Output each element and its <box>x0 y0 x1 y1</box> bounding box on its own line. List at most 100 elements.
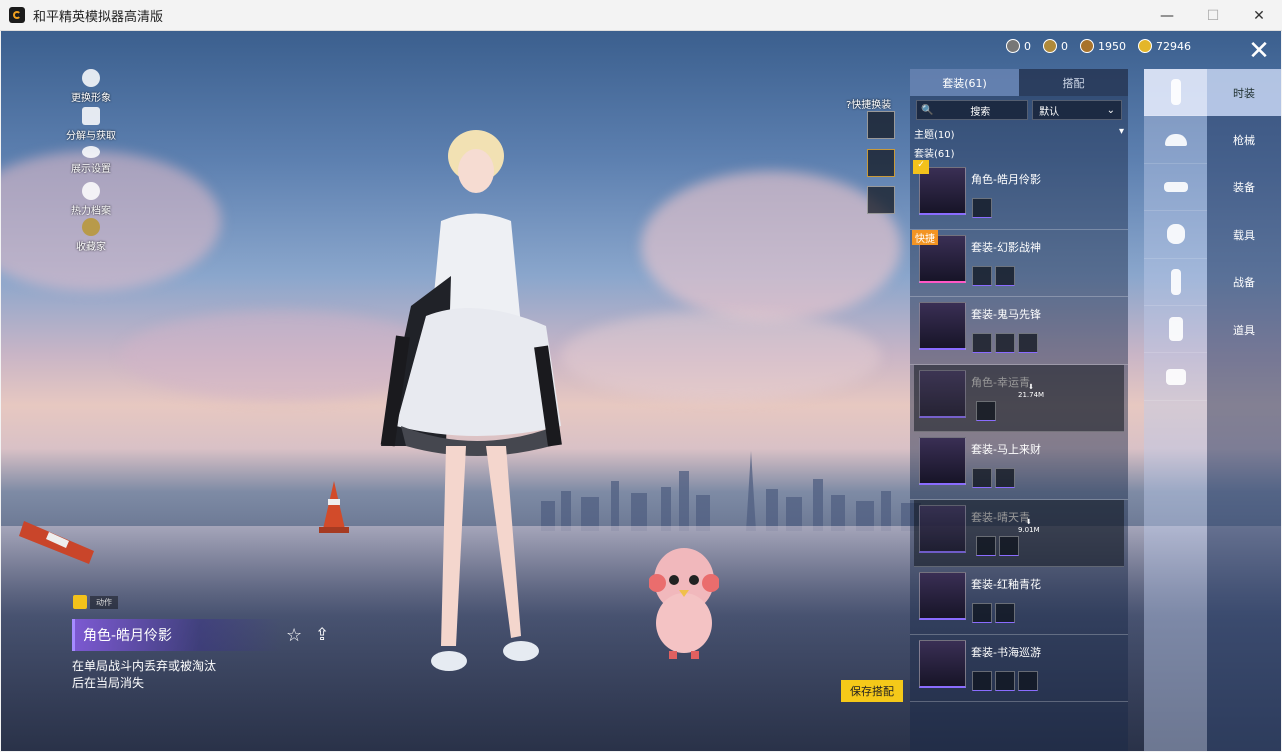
sub-item[interactable] <box>972 265 992 286</box>
outfit-thumbnail <box>919 437 966 485</box>
category-props[interactable]: 道具 <box>1207 306 1281 353</box>
selected-item-title: 角色-皓月伶影 <box>72 619 282 651</box>
minimize-button[interactable]: — <box>1144 0 1190 31</box>
game-viewport: 更换形象 分解与获取 展示设置 热力档案 收藏家 0 0 1950 72946 … <box>1 31 1281 751</box>
avatar-icon <box>82 69 100 87</box>
tab-outfit[interactable]: 套装(61) <box>910 69 1019 96</box>
currency-item: 0 <box>1043 39 1068 53</box>
quick-slot-2[interactable] <box>867 149 895 177</box>
sort-select[interactable]: 默认 ⌄ <box>1032 100 1122 120</box>
theme-section[interactable]: 主题(10) ▾ <box>910 124 1128 143</box>
puzzle-icon <box>82 107 100 125</box>
menu-collector[interactable]: 收藏家 <box>61 218 121 253</box>
sub-item[interactable] <box>972 333 992 353</box>
currency-item: 72946 <box>1138 39 1191 53</box>
search-row: 🔍 搜索 默认 ⌄ <box>910 96 1128 124</box>
app-window: 和平精英模拟器高清版 — ☐ ✕ 更换形象 分解与获取 展示设置 热力档案 收藏… <box>0 0 1282 752</box>
close-icon[interactable]: ✕ <box>1245 37 1273 65</box>
menu-decompose[interactable]: 分解与获取 <box>61 107 121 142</box>
category-shoes[interactable] <box>1144 353 1207 401</box>
sub-item[interactable] <box>995 333 1015 353</box>
mask-icon <box>1166 224 1185 245</box>
theme-section-label: 主题(10) <box>914 130 955 141</box>
sub-item[interactable] <box>999 535 1019 556</box>
maximize-button[interactable]: ☐ <box>1190 0 1236 31</box>
search-input[interactable]: 🔍 搜索 <box>916 100 1029 120</box>
character-model <box>380 130 562 671</box>
list-item[interactable]: 套装-书海巡游 <box>910 635 1128 702</box>
sub-item[interactable] <box>995 265 1015 286</box>
sub-item[interactable] <box>972 198 992 218</box>
sub-item[interactable] <box>995 468 1015 488</box>
quick-swap-label: ?快捷换装 <box>846 100 892 111</box>
action-tag[interactable]: 动作 <box>73 595 118 609</box>
category-mask[interactable] <box>1144 211 1207 259</box>
close-window-button[interactable]: ✕ <box>1236 0 1282 31</box>
list-item[interactable]: 套装-晴天青 ⬇ 9.01M <box>914 499 1124 567</box>
badge-icon <box>82 218 100 236</box>
download-badge[interactable]: ⬇ 21.74M <box>1018 383 1044 399</box>
category-combat-gear[interactable]: 战备 <box>1207 259 1281 306</box>
category-outfit[interactable] <box>1144 259 1207 306</box>
sub-item[interactable] <box>1018 333 1038 353</box>
sub-item[interactable] <box>972 670 992 691</box>
sub-items <box>976 535 1019 556</box>
selected-item-description: 在单局战斗内丢弃或被淘汰后在当局消失 <box>72 659 217 690</box>
sort-value: 默认 <box>1039 106 1060 118</box>
sub-item[interactable] <box>995 603 1015 623</box>
item-name: 套装-书海巡游 <box>971 645 1041 659</box>
sub-item[interactable] <box>972 468 992 488</box>
outfit-thumbnail <box>919 369 966 418</box>
category-pants[interactable] <box>1144 306 1207 354</box>
download-badge[interactable]: ⬇ 9.01M <box>1018 518 1040 534</box>
outfit-thumbnail <box>919 167 966 215</box>
menu-change-avatar[interactable]: 更换形象 <box>61 69 121 104</box>
coin-bronze-icon <box>1080 39 1094 53</box>
search-icon: 🔍 <box>921 104 934 116</box>
list-item[interactable]: 套装-鬼马先锋 <box>910 297 1128 365</box>
menu-display-settings[interactable]: 展示设置 <box>61 146 121 175</box>
category-weapons[interactable]: 枪械 <box>1207 116 1281 163</box>
item-name: 套装-幻影战神 <box>971 240 1041 254</box>
coin-yellow-icon <box>1138 39 1152 53</box>
list-item[interactable]: 套装-马上来财 <box>910 432 1128 500</box>
cap-icon <box>1164 133 1187 146</box>
category-equipment[interactable]: 装备 <box>1207 164 1281 211</box>
quick-slot-3[interactable] <box>867 186 895 214</box>
currency-item: 0 <box>1006 39 1031 53</box>
currency-item: 1950 <box>1080 39 1126 53</box>
app-icon <box>9 7 25 23</box>
category-cap[interactable] <box>1144 116 1207 164</box>
category-character[interactable] <box>1144 69 1207 117</box>
save-outfit-button[interactable]: 保存搭配 <box>841 680 903 702</box>
coin-silver-icon <box>1006 39 1020 53</box>
list-item[interactable]: ✓ 角色-皓月伶影 <box>910 160 1128 230</box>
sub-items <box>972 265 1015 286</box>
category-fashion[interactable]: 时装 <box>1207 69 1281 117</box>
sub-item[interactable] <box>1018 670 1038 691</box>
quick-slot-1[interactable] <box>867 111 895 139</box>
tab-match[interactable]: 搭配 <box>1019 69 1128 96</box>
traffic-cone-left <box>19 521 94 564</box>
menu-label: 展示设置 <box>71 164 111 175</box>
favorite-star-icon[interactable]: ☆ <box>286 625 302 646</box>
eye-icon <box>82 146 100 158</box>
outfit-icon <box>1170 268 1181 295</box>
sub-item[interactable] <box>976 400 996 421</box>
menu-heat-archive[interactable]: 热力档案 <box>61 182 121 217</box>
menu-label: 更换形象 <box>71 93 111 104</box>
sub-item[interactable] <box>972 603 992 623</box>
sub-item[interactable] <box>995 670 1015 691</box>
item-name: 角色-皓月伶影 <box>971 173 1041 186</box>
category-goggles[interactable] <box>1144 164 1207 212</box>
share-icon[interactable]: ⇪ <box>315 625 329 645</box>
cloud <box>641 171 901 321</box>
category-vehicles[interactable]: 载具 <box>1207 211 1281 258</box>
sub-items <box>972 468 1015 488</box>
outfit-thumbnail <box>919 639 966 688</box>
sub-item[interactable] <box>976 535 996 556</box>
list-item[interactable]: 角色-幸运青 ⬇ 21.74M <box>914 364 1124 432</box>
title-bar: 和平精英模拟器高清版 — ☐ ✕ <box>0 0 1282 31</box>
list-item[interactable]: 快捷 套装-幻影战神 <box>910 229 1128 297</box>
list-item[interactable]: 套装-红釉青花 <box>910 567 1128 635</box>
